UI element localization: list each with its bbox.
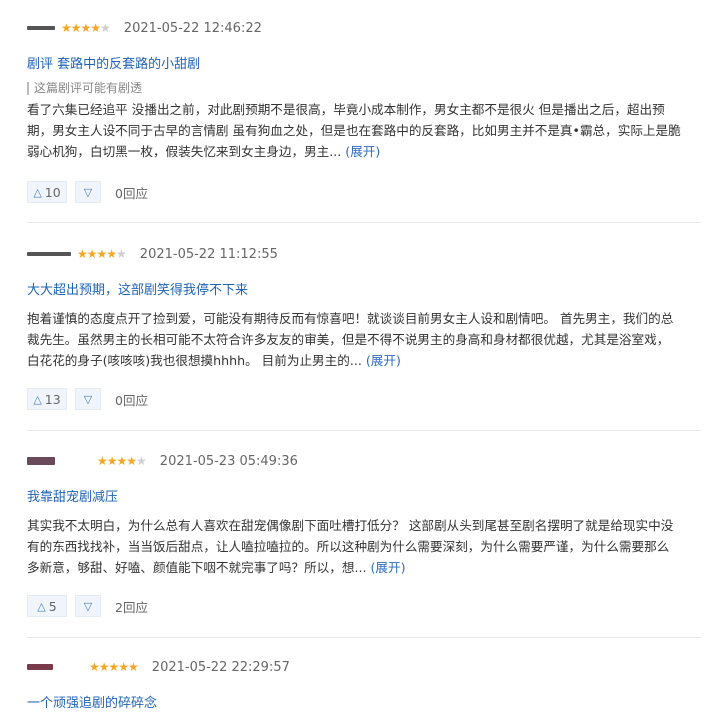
up-triangle-icon: △: [33, 185, 42, 199]
reply-count-link[interactable]: 0回应: [115, 390, 148, 409]
review-date: 2021-05-22 22:29:57: [151, 659, 290, 675]
review-actions: △ 10 ▽ 0回应: [27, 181, 148, 203]
downvote-button[interactable]: ▽: [75, 181, 101, 203]
review-line: 多新意，够甜、好嗑、颜值能下咽不就完事了吗？所以，想... (展开): [27, 560, 406, 575]
upvote-button[interactable]: △ 13: [27, 388, 67, 410]
review-body: 其实我不太明白，为什么总有人喜欢在甜宠偶像剧下面吐槽打低分？ 这部剧从头到尾甚至…: [27, 515, 701, 578]
up-triangle-icon: △: [37, 599, 46, 613]
review-meta: ★★★★★ 2021-05-22 12:46:22: [27, 20, 262, 36]
review-title[interactable]: 一个顽强追剧的碎碎念: [27, 692, 157, 711]
review-line: 裁先生。虽然男主的长相可能不太符合许多友友的审美，但是不得不说男主的身高和身材都…: [27, 332, 670, 347]
expand-link[interactable]: (展开): [370, 560, 405, 575]
review-line: 期，男女主人设不同于古早的言情剧 虽有狗血之处，但是也在套路中的反套路，比如男主…: [27, 123, 681, 138]
review-line: 有的东西找找补，当当饭后甜点，让人嗑拉嗑拉的。所以这种剧为什么需要深刻，为什么需…: [27, 539, 670, 554]
review-date: 2021-05-22 11:12:55: [139, 246, 278, 262]
downvote-button[interactable]: ▽: [75, 595, 101, 617]
review-line: 白花花的身子(咳咳咳)我也很想摸hhhh。 目前为止男主的... (展开): [27, 353, 401, 368]
reply-count-link[interactable]: 2回应: [115, 597, 148, 616]
review-date: 2021-05-22 12:46:22: [123, 20, 262, 36]
review-body: 看了六集已经追平 没播出之前，对此剧预期不是很高，毕竟小成本制作，男女主都不是很…: [27, 99, 701, 162]
upvote-count: 5: [48, 598, 57, 614]
review-date: 2021-05-23 05:49:36: [159, 453, 298, 469]
upvote-count: 10: [44, 184, 61, 200]
review-line: 弱心机狗，白切黑一枚，假装失忆来到女主身边，男主... (展开): [27, 144, 381, 159]
upvote-button[interactable]: △ 5: [27, 595, 67, 617]
down-triangle-icon: ▽: [83, 392, 93, 406]
rating-stars: ★★★★★: [61, 21, 111, 35]
down-triangle-icon: ▽: [83, 185, 93, 199]
down-triangle-icon: ▽: [83, 599, 93, 613]
expand-link[interactable]: (展开): [366, 353, 401, 368]
upvote-button[interactable]: △ 10: [27, 181, 67, 203]
avatar[interactable]: [27, 664, 53, 670]
review-body: 抱着谨慎的态度点开了捡到爱，可能没有期待反而有惊喜吧！就谈谈目前男女主人设和剧情…: [27, 308, 701, 371]
review-line: 看了六集已经追平 没播出之前，对此剧预期不是很高，毕竟小成本制作，男女主都不是很…: [27, 102, 665, 117]
review-line: 抱着谨慎的态度点开了捡到爱，可能没有期待反而有惊喜吧！就谈谈目前男女主人设和剧情…: [27, 311, 674, 326]
avatar[interactable]: [27, 457, 55, 465]
upvote-count: 13: [44, 391, 61, 407]
divider: [27, 222, 701, 223]
rating-stars: ★★★★★: [89, 660, 139, 674]
rating-stars: ★★★★★: [97, 454, 147, 468]
expand-link[interactable]: (展开): [345, 144, 380, 159]
divider: [27, 430, 701, 431]
reply-count-link[interactable]: 0回应: [115, 183, 148, 202]
review-meta: ★★★★★ 2021-05-22 11:12:55: [27, 246, 278, 262]
review-title[interactable]: 我靠甜宠剧减压: [27, 486, 118, 505]
review-line: 其实我不太明白，为什么总有人喜欢在甜宠偶像剧下面吐槽打低分？ 这部剧从头到尾甚至…: [27, 518, 674, 533]
review-actions: △ 5 ▽ 2回应: [27, 595, 148, 617]
divider: [27, 637, 701, 638]
review-title[interactable]: 大大超出预期，这部剧笑得我停不下来: [27, 279, 248, 298]
avatar[interactable]: [27, 26, 55, 30]
avatar[interactable]: [27, 252, 71, 256]
rating-stars: ★★★★★: [77, 247, 127, 261]
review-meta: ★★★★★ 2021-05-23 05:49:36: [27, 453, 298, 469]
review-actions: △ 13 ▽ 0回应: [27, 388, 148, 410]
review-meta: ★★★★★ 2021-05-22 22:29:57: [27, 659, 290, 675]
spoiler-warning: 这篇剧评可能有剧透: [27, 82, 142, 95]
review-title[interactable]: 剧评 套路中的反套路的小甜剧: [27, 53, 200, 72]
downvote-button[interactable]: ▽: [75, 388, 101, 410]
up-triangle-icon: △: [33, 392, 42, 406]
